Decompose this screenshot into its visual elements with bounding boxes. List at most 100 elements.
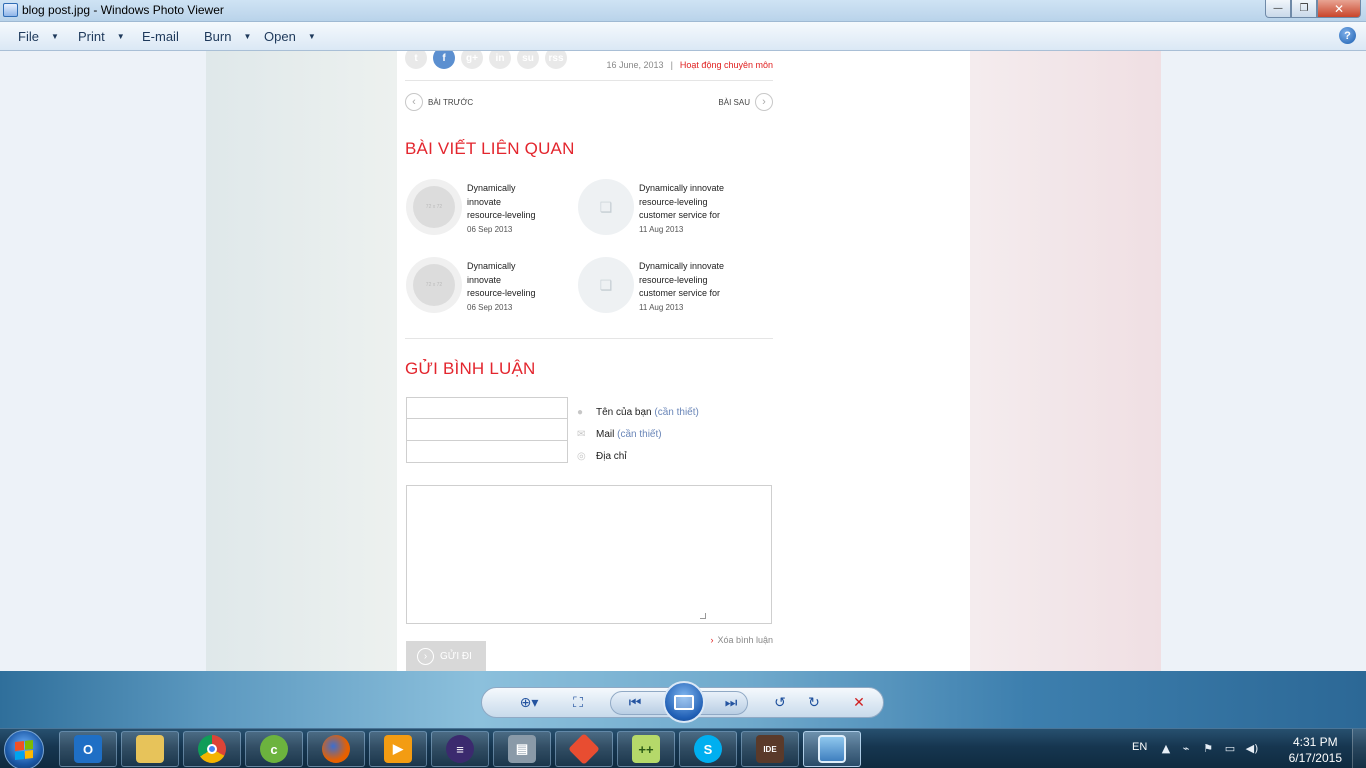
rotate-ccw-icon[interactable]: ↺ bbox=[768, 694, 792, 712]
delete-icon[interactable]: ✕ bbox=[847, 694, 871, 712]
taskbar-skype[interactable]: S bbox=[679, 731, 737, 767]
social-share-icons: t f g+ in su rss bbox=[405, 51, 567, 69]
related-posts-title: BÀI VIẾT LIÊN QUAN bbox=[405, 139, 575, 158]
related-post-date: 11 Aug 2013 bbox=[639, 224, 684, 234]
menu-open[interactable]: Open ▼ bbox=[264, 29, 316, 44]
title-bar: blog post.jpg - Windows Photo Viewer — ❐… bbox=[0, 0, 1366, 22]
taskbar-explorer[interactable] bbox=[121, 731, 179, 767]
taskbar-java-ee-ide[interactable]: IDE bbox=[741, 731, 799, 767]
facebook-icon: f bbox=[433, 51, 455, 69]
clock[interactable]: 4:31 PM 6/17/2015 bbox=[1289, 734, 1342, 766]
related-post: ❏ Dynamically innovate resource-leveling… bbox=[578, 179, 748, 237]
windows-logo-icon bbox=[15, 740, 33, 760]
name-label: ● Tên của bạn (cần thiết) bbox=[577, 406, 699, 418]
notepad-plus-plus-icon: ++ bbox=[632, 735, 660, 763]
image-placeholder-icon: ❏ bbox=[599, 276, 613, 293]
taskbar-chrome[interactable] bbox=[183, 731, 241, 767]
zoom-icon[interactable]: ⊕▾ bbox=[512, 694, 546, 712]
related-post-date: 06 Sep 2013 bbox=[467, 224, 513, 234]
photo-viewer-app-icon bbox=[3, 3, 18, 17]
network-icon[interactable]: ▭ bbox=[1224, 742, 1236, 755]
outlook-icon: O bbox=[74, 735, 102, 763]
chrome-icon bbox=[198, 735, 226, 763]
clock-time: 4:31 PM bbox=[1292, 735, 1338, 749]
clock-date: 6/17/2015 bbox=[1288, 751, 1342, 765]
taskbar-outlook[interactable]: O bbox=[59, 731, 117, 767]
coccoc-icon: c bbox=[260, 735, 288, 763]
skype-icon: S bbox=[694, 735, 722, 763]
menu-print[interactable]: Print ▼ bbox=[78, 29, 125, 44]
window-controls: — ❐ ✕ bbox=[1265, 0, 1361, 18]
system-tray: EN ▲ ⌁ ⚑ ▭ ◀) 4:31 PM 6/17/2015 bbox=[1126, 729, 1366, 768]
folder-icon bbox=[136, 735, 164, 763]
taskbar: O c ▶ ≡ ▤ ++ S IDE EN ▲ ⌁ ⚑ ▭ ◀) 4:31 PM… bbox=[0, 728, 1366, 768]
slideshow-button[interactable] bbox=[663, 681, 705, 723]
menu-burn[interactable]: Burn ▼ bbox=[204, 29, 251, 44]
thumbnail: ❏ bbox=[578, 179, 634, 235]
menu-email-label: E-mail bbox=[142, 29, 179, 44]
menu-open-label: Open bbox=[264, 29, 296, 44]
post-category: Hoạt động chuyên môn bbox=[679, 60, 773, 70]
minimize-button[interactable]: — bbox=[1265, 0, 1291, 18]
taskbar-git[interactable] bbox=[555, 731, 613, 767]
start-button[interactable] bbox=[4, 730, 44, 768]
menu-bar: File ▼ Print ▼ E-mail Burn ▼ Open ▼ ? bbox=[0, 22, 1366, 51]
related-post-text: Dynamically innovate resource-leveling c… bbox=[639, 182, 724, 236]
related-post: 72 x 72 Dynamically innovate resource-le… bbox=[406, 179, 576, 237]
database-icon: ▤ bbox=[508, 735, 536, 763]
close-button[interactable]: ✕ bbox=[1317, 0, 1361, 18]
taskbar-media-player[interactable]: ▶ bbox=[369, 731, 427, 767]
chevron-right-icon: › bbox=[755, 93, 773, 111]
mail-label: ✉ Mail (cần thiết) bbox=[577, 428, 662, 440]
divider bbox=[405, 80, 773, 81]
meta-separator: | bbox=[670, 60, 673, 70]
submit-comment-button: › GỬI ĐI bbox=[406, 641, 486, 671]
comment-inputs bbox=[406, 397, 568, 463]
taskbar-database[interactable]: ▤ bbox=[493, 731, 551, 767]
related-post-text: Dynamically innovate resource-leveling 0… bbox=[467, 182, 536, 236]
comment-form-title: GỬI BÌNH LUẬN bbox=[405, 359, 536, 378]
rotate-cw-icon[interactable]: ↻ bbox=[802, 694, 826, 712]
thumbnail: 72 x 72 bbox=[406, 257, 462, 313]
show-desktop-button[interactable] bbox=[1352, 729, 1366, 768]
action-center-flag-icon[interactable]: ⚑ bbox=[1202, 742, 1214, 755]
previous-icon[interactable]: ⏮ bbox=[623, 694, 647, 712]
divider bbox=[405, 338, 773, 339]
firefox-icon bbox=[322, 735, 350, 763]
related-post-text: Dynamically innovate resource-leveling 0… bbox=[467, 260, 536, 314]
blog-post-content: t f g+ in su rss 16 June, 2013 | Hoạt động… bbox=[405, 51, 773, 671]
volume-icon[interactable]: ◀) bbox=[1246, 742, 1259, 755]
restore-button[interactable]: ❐ bbox=[1291, 0, 1317, 18]
next-icon[interactable]: ⏭ bbox=[719, 694, 743, 712]
mail-icon: ✉ bbox=[577, 428, 586, 440]
previous-post-label: BÀI TRƯỚC bbox=[428, 97, 474, 107]
power-icon[interactable]: ⌁ bbox=[1180, 742, 1192, 755]
thumbnail: ❏ bbox=[578, 257, 634, 313]
language-indicator[interactable]: EN bbox=[1132, 741, 1147, 753]
thumbnail: 72 x 72 bbox=[406, 179, 462, 235]
post-meta: 16 June, 2013 | Hoạt động chuyên môn bbox=[607, 60, 773, 70]
taskbar-notepadpp[interactable]: ++ bbox=[617, 731, 675, 767]
taskbar-eclipse[interactable]: ≡ bbox=[431, 731, 489, 767]
menu-print-label: Print bbox=[78, 29, 105, 44]
related-post-date: 06 Sep 2013 bbox=[467, 302, 513, 312]
show-hidden-icons-icon[interactable]: ▲ bbox=[1160, 742, 1172, 755]
image-placeholder-icon: ❏ bbox=[599, 198, 613, 215]
taskbar-firefox[interactable] bbox=[307, 731, 365, 767]
menu-file[interactable]: File ▼ bbox=[18, 29, 59, 44]
media-player-icon: ▶ bbox=[384, 735, 412, 763]
related-post: ❏ Dynamically innovate resource-leveling… bbox=[578, 257, 748, 315]
next-post-label: BÀI SAU bbox=[718, 97, 750, 107]
menu-email[interactable]: E-mail bbox=[142, 29, 179, 44]
post-date: 16 June, 2013 bbox=[606, 60, 664, 70]
taskbar-photo-viewer[interactable] bbox=[803, 731, 861, 767]
photo-viewer-icon bbox=[818, 735, 846, 763]
eclipse-icon: ≡ bbox=[446, 735, 474, 763]
comment-field-labels: ● Tên của bạn (cần thiết) ✉ Mail (cần th… bbox=[577, 401, 699, 467]
email-field bbox=[406, 419, 568, 441]
help-icon[interactable]: ? bbox=[1339, 27, 1356, 44]
taskbar-coccoc[interactable]: c bbox=[245, 731, 303, 767]
image-viewport: t f g+ in su rss 16 June, 2013 | Hoạt động… bbox=[0, 51, 1366, 671]
actual-size-icon[interactable]: ⛶ bbox=[566, 694, 590, 712]
chevron-down-icon: ▼ bbox=[307, 32, 316, 41]
